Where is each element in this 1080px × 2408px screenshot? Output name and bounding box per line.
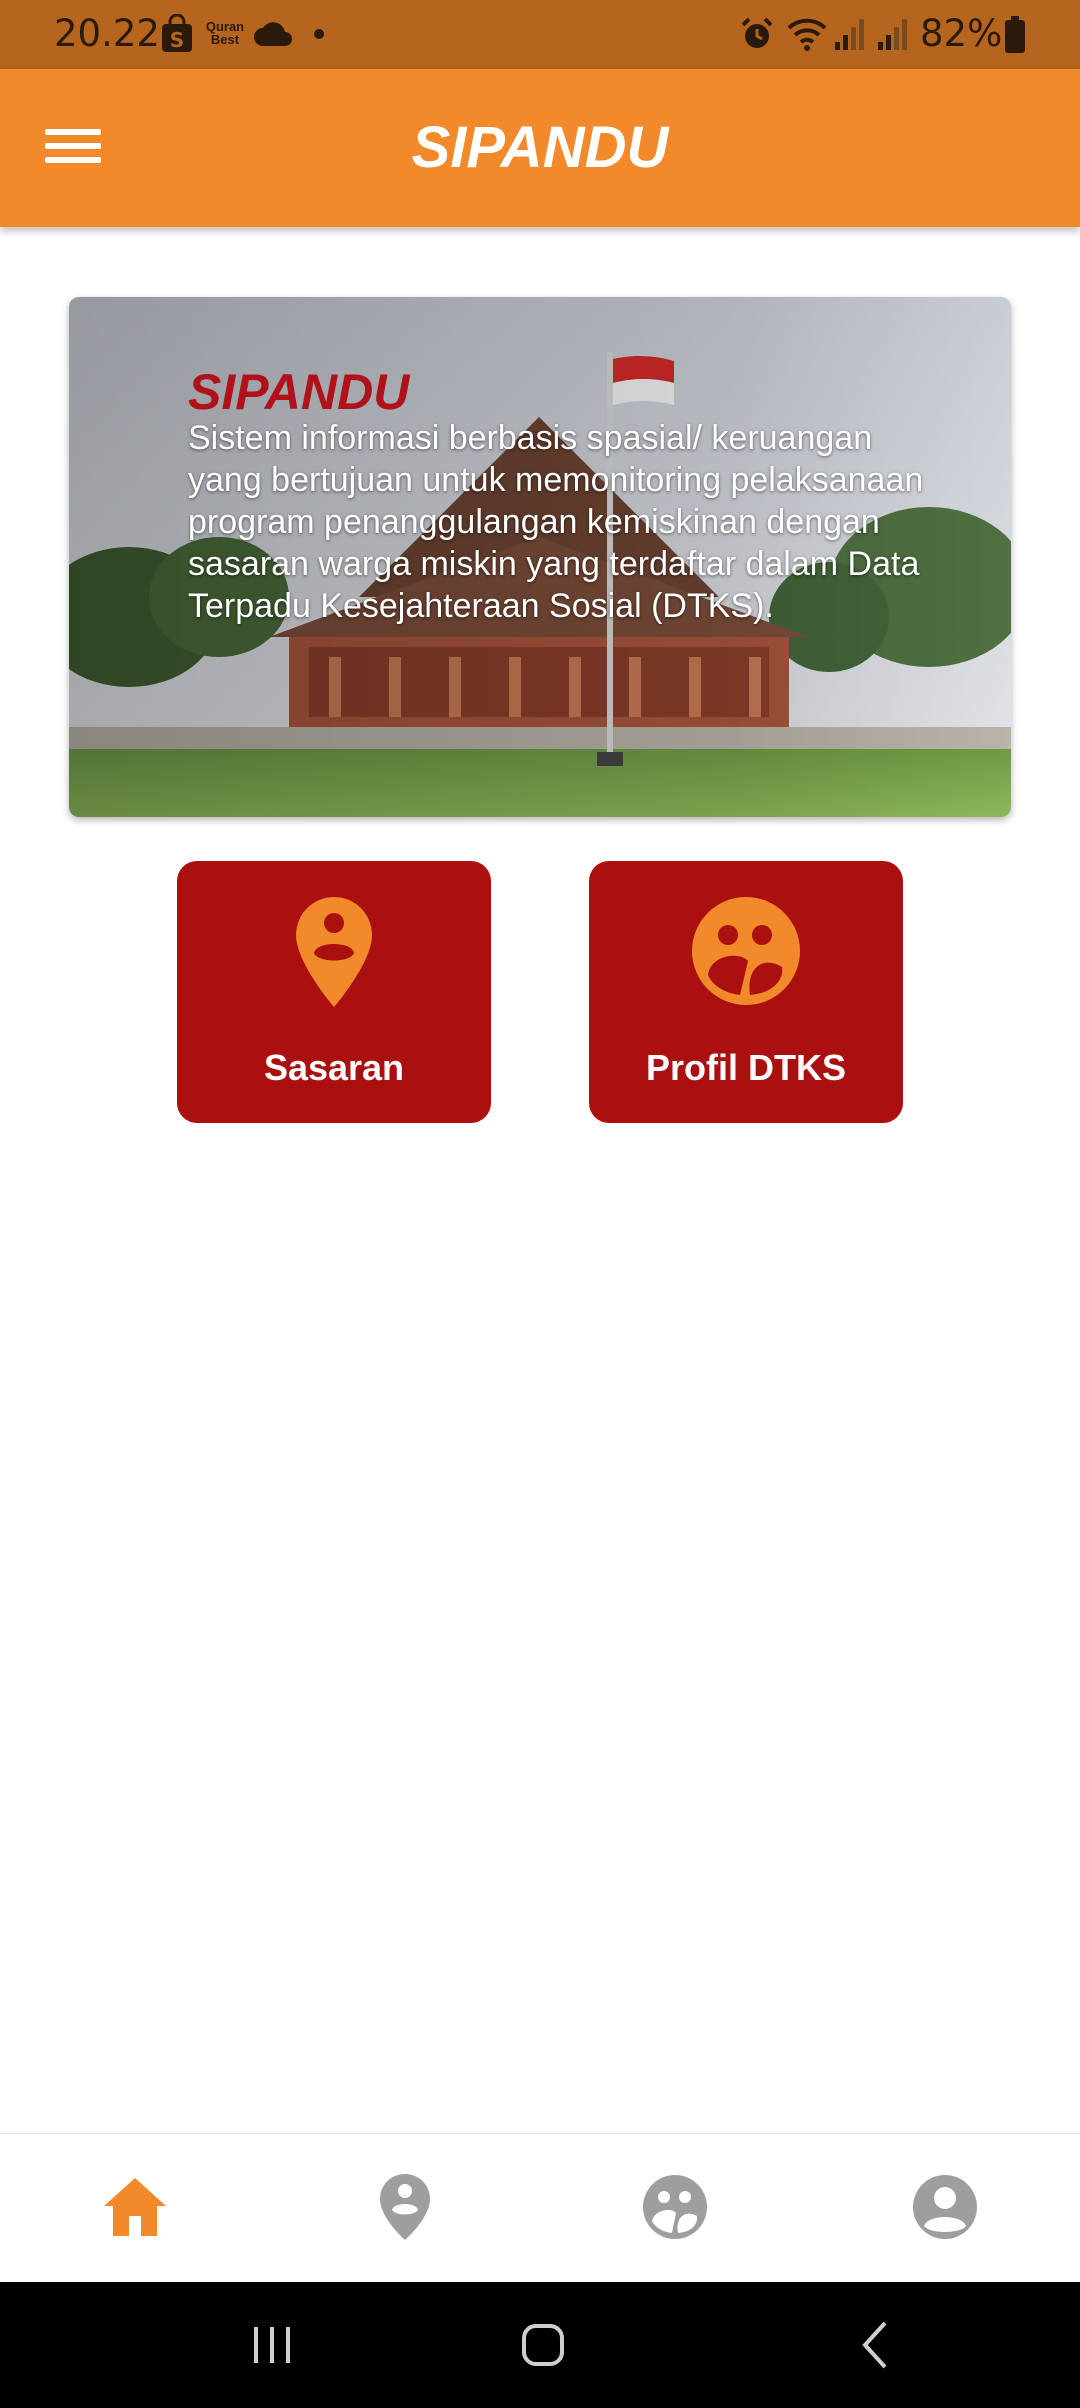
alarm-icon <box>741 17 773 48</box>
group-circle-icon <box>643 2175 707 2239</box>
profil-dtks-button[interactable]: Profil DTKS <box>589 861 903 1123</box>
sasaran-button[interactable]: Sasaran <box>177 861 491 1123</box>
account-circle-icon <box>913 2175 977 2239</box>
sasaran-label: Sasaran <box>263 1047 405 1088</box>
notification-dot <box>314 29 324 39</box>
nav-sasaran[interactable] <box>270 2134 540 2283</box>
nav-account[interactable] <box>810 2134 1080 2283</box>
signal-icon <box>878 19 907 50</box>
quran-badge-text: Quran Best <box>205 19 245 47</box>
location-person-icon <box>177 895 491 1015</box>
location-person-icon <box>380 2174 430 2240</box>
nav-profil-dtks[interactable] <box>540 2134 810 2283</box>
info-banner: SIPANDU Sistem informasi berbasis spasia… <box>69 297 1011 817</box>
app-bar: SIPANDU <box>0 69 1080 227</box>
banner-title: SIPANDU <box>188 364 410 420</box>
back-chevron-icon <box>862 2321 887 2369</box>
battery-percentage: 82% <box>920 12 1003 55</box>
battery-icon <box>1005 16 1025 53</box>
home-square-icon <box>522 2324 564 2366</box>
wifi-icon <box>787 18 827 51</box>
hamburger-menu-icon[interactable] <box>40 113 106 179</box>
group-circle-icon <box>589 895 903 1015</box>
app-title: SIPANDU <box>411 115 669 180</box>
cloud-icon <box>254 22 292 46</box>
recent-apps-icon <box>254 2327 290 2363</box>
home-icon <box>104 2178 166 2236</box>
quran-app-icon: Quran Best <box>205 20 245 46</box>
profil-dtks-label: Profil DTKS <box>645 1047 846 1088</box>
back-button[interactable] <box>797 2282 957 2408</box>
shopping-bag-icon: S <box>162 14 192 52</box>
signal-icon <box>835 19 864 50</box>
status-time: 20.22 <box>54 12 160 55</box>
home-system-button[interactable] <box>463 2282 623 2408</box>
svg-text:S: S <box>170 28 184 52</box>
banner-description: Sistem informasi berbasis spasial/ kerua… <box>188 419 924 625</box>
status-bar: 20.22 S Quran Best 82% <box>0 0 1080 69</box>
recent-apps-button[interactable] <box>192 2282 352 2408</box>
bottom-navigation <box>0 2133 1080 2283</box>
nav-home[interactable] <box>0 2134 270 2283</box>
system-navigation-bar <box>0 2282 1080 2408</box>
